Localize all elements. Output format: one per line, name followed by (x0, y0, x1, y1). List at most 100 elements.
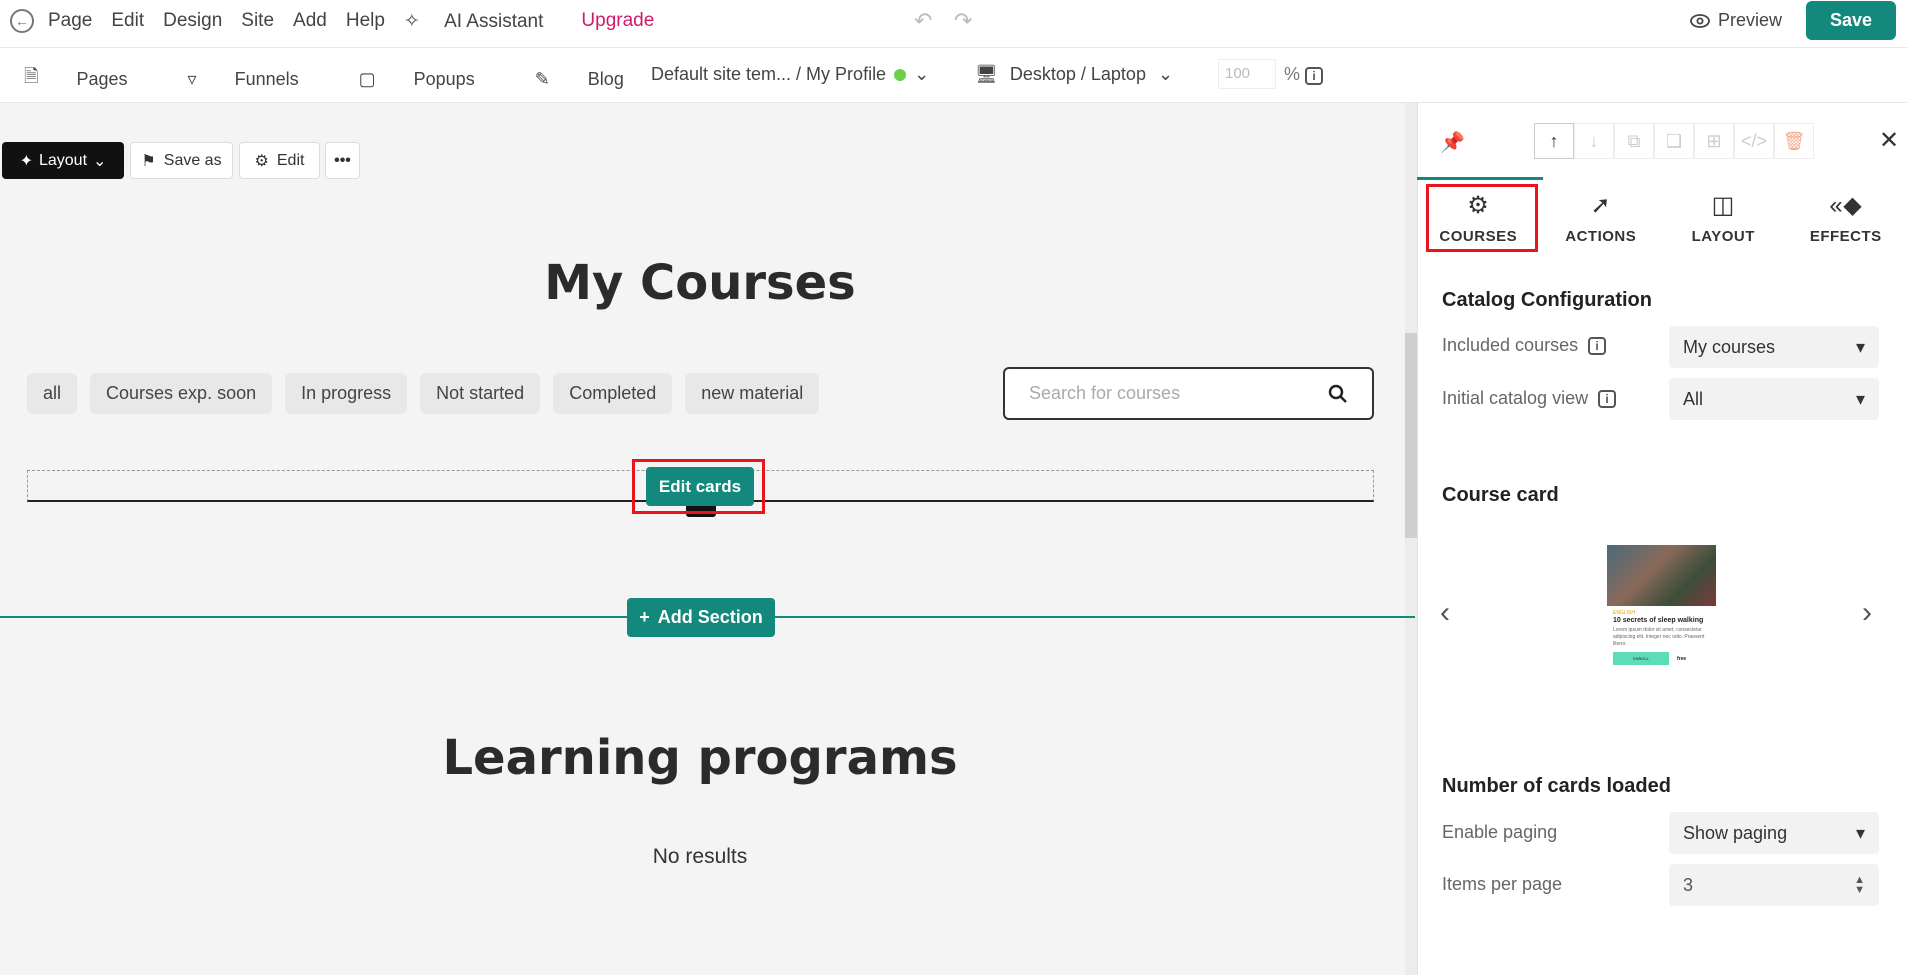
caret-down-icon: ▾ (1855, 822, 1865, 843)
chevron-right-icon[interactable]: › (1862, 596, 1872, 630)
items-per-page-label: Items per page (1442, 874, 1563, 894)
card-tag: ENGLISH (1613, 610, 1635, 616)
info-icon[interactable]: i (1305, 67, 1324, 85)
menu-site[interactable]: Site (241, 10, 274, 33)
undo-icon[interactable]: ↶ (914, 8, 932, 34)
nav-funnels[interactable]: ▿ Funnels (188, 64, 329, 94)
filter-chip[interactable]: all (27, 373, 78, 414)
initial-view-select[interactable]: All ▾ (1669, 378, 1879, 420)
filter-chip[interactable]: new material (685, 373, 820, 414)
menu-design[interactable]: Design (163, 10, 222, 33)
enable-paging-label: Enable paging (1442, 822, 1558, 842)
save-button[interactable]: Save (1806, 1, 1896, 40)
cursor-click-icon: ➚ (1590, 192, 1612, 219)
highlight-box (632, 459, 765, 514)
card-title: 10 secrets of sleep walking (1613, 617, 1704, 624)
move-up-icon[interactable]: ↑ (1534, 123, 1574, 159)
top-bar: ← Page Edit Design Site Add Help ✧ AI As… (0, 0, 1907, 48)
nav-blog[interactable]: ✎ Blog (535, 64, 654, 94)
zoom-input[interactable]: 100 (1218, 59, 1276, 89)
ai-assistant-button[interactable]: ✧ AI Assistant (404, 10, 562, 33)
items-per-page-stepper[interactable]: 3 ▲ ▼ (1669, 864, 1879, 906)
plus-icon: + (639, 607, 650, 627)
device-selector[interactable]: 🖥 Desktop / Laptop ⌄ (975, 64, 1173, 85)
tab-layout[interactable]: ◫ LAYOUT (1662, 177, 1785, 259)
move-down-icon[interactable]: ↓ (1574, 123, 1614, 159)
canvas-scroll-thumb[interactable] (1405, 333, 1417, 538)
blog-icon: ✎ (534, 68, 550, 89)
card-price: free (1677, 655, 1687, 662)
back-icon[interactable]: ← (10, 9, 34, 33)
canvas-scrollbar[interactable] (1405, 103, 1417, 975)
info-icon[interactable]: i (1598, 389, 1617, 408)
caret-down-icon: ▾ (1855, 388, 1865, 409)
menu-page[interactable]: Page (48, 10, 92, 33)
card-enroll-button: ENROLL (1613, 652, 1669, 665)
chevron-left-icon[interactable]: ‹ (1440, 596, 1450, 630)
layout-icon: ◫ (1711, 192, 1735, 219)
card-footer: ENROLL free (1613, 652, 1710, 665)
pin-icon[interactable]: 📌 (1440, 130, 1465, 155)
course-search-input[interactable]: Search for courses (1003, 367, 1374, 420)
status-dot (894, 68, 907, 81)
filter-chip[interactable]: Courses exp. soon (90, 373, 273, 414)
close-icon[interactable]: ✕ (1879, 126, 1899, 155)
course-card-title: Course card (1442, 484, 1559, 506)
card-text: Lorem ipsum dolor sit amet, consectetur … (1613, 627, 1705, 647)
save-as-button[interactable]: ⚑ Save as (130, 142, 233, 179)
included-courses-select[interactable]: My courses ▾ (1669, 326, 1879, 368)
preview-button[interactable]: Preview (1690, 10, 1782, 31)
chevron-down-icon: ⌄ (93, 152, 107, 170)
element-tools: ↑ ↓ ⧉ ❏ ⊞ </> 🗑 (1534, 123, 1814, 159)
edit-button[interactable]: ⚙ Edit (239, 142, 320, 179)
bookmark-icon: ⚑ (141, 152, 156, 170)
initial-view-label: Initial catalog view i (1442, 388, 1617, 409)
nav-popups[interactable]: ▢ Popups (359, 64, 505, 94)
filter-chip[interactable]: Completed (553, 373, 673, 414)
enable-paging-select[interactable]: Show paging ▾ (1669, 812, 1879, 854)
add-copy-icon[interactable]: ⊞ (1694, 123, 1734, 159)
popup-icon: ▢ (358, 68, 376, 89)
duplicate-icon[interactable]: ❏ (1654, 123, 1694, 159)
page-icon: 🗎 (24, 66, 39, 86)
tab-actions[interactable]: ➚ ACTIONS (1540, 177, 1663, 259)
courses-title: My Courses (544, 255, 856, 311)
magic-wand-icon: ✦ (19, 152, 33, 170)
no-results-text: No results (652, 845, 748, 868)
copy-icon[interactable]: ⧉ (1614, 123, 1654, 159)
tab-effects[interactable]: «◆ EFFECTS (1785, 177, 1907, 259)
menu-edit[interactable]: Edit (111, 10, 144, 33)
add-section-button[interactable]: + Add Section (627, 598, 775, 637)
menu-help[interactable]: Help (346, 10, 385, 33)
zoom-percent: % i (1284, 64, 1324, 85)
included-courses-label: Included courses i (1442, 335, 1607, 356)
info-icon[interactable]: i (1588, 336, 1607, 355)
upgrade-link[interactable]: Upgrade (581, 10, 654, 33)
nav-pages[interactable]: 🗎 Pages (24, 64, 158, 94)
site-nav: 🗎 Pages ▿ Funnels ▢ Popups ✎ Blog (24, 64, 684, 94)
filter-chips: all Courses exp. soon In progress Not st… (27, 373, 820, 414)
trash-icon[interactable]: 🗑 (1774, 123, 1814, 159)
code-icon[interactable]: </> (1734, 123, 1774, 159)
funnel-icon: ▿ (187, 68, 197, 89)
effects-icon: «◆ (1829, 192, 1863, 219)
programs-title: Learning programs (442, 730, 958, 786)
secondary-bar: 🗎 Pages ▿ Funnels ▢ Popups ✎ Blog Default si… (0, 48, 1907, 103)
menu-add[interactable]: Add (293, 10, 327, 33)
main-menu: Page Edit Design Site Add Help ✧ AI Assi… (48, 10, 673, 33)
monitor-icon: 🖥 (975, 64, 998, 84)
template-selector[interactable]: Default site tem... / My Profile ⌄ (651, 64, 929, 85)
gear-icon: ⚙ (254, 152, 269, 170)
more-button[interactable]: ••• (325, 142, 360, 179)
redo-icon[interactable]: ↷ (954, 8, 972, 34)
caret-down-icon: ▾ (1855, 336, 1865, 357)
chevron-down-icon: ⌄ (1157, 64, 1174, 84)
stepper-arrows-icon[interactable]: ▲ ▼ (1854, 875, 1865, 896)
course-card-preview[interactable]: ENGLISH 10 secrets of sleep walking Lore… (1607, 545, 1716, 685)
filter-chip[interactable]: Not started (420, 373, 541, 414)
catalog-config-title: Catalog Configuration (1442, 289, 1652, 311)
filter-chip[interactable]: In progress (285, 373, 408, 414)
tab-highlight-box (1426, 184, 1538, 252)
layout-button[interactable]: ✦ Layout ⌄ (2, 142, 124, 179)
search-icon[interactable] (1328, 384, 1348, 404)
